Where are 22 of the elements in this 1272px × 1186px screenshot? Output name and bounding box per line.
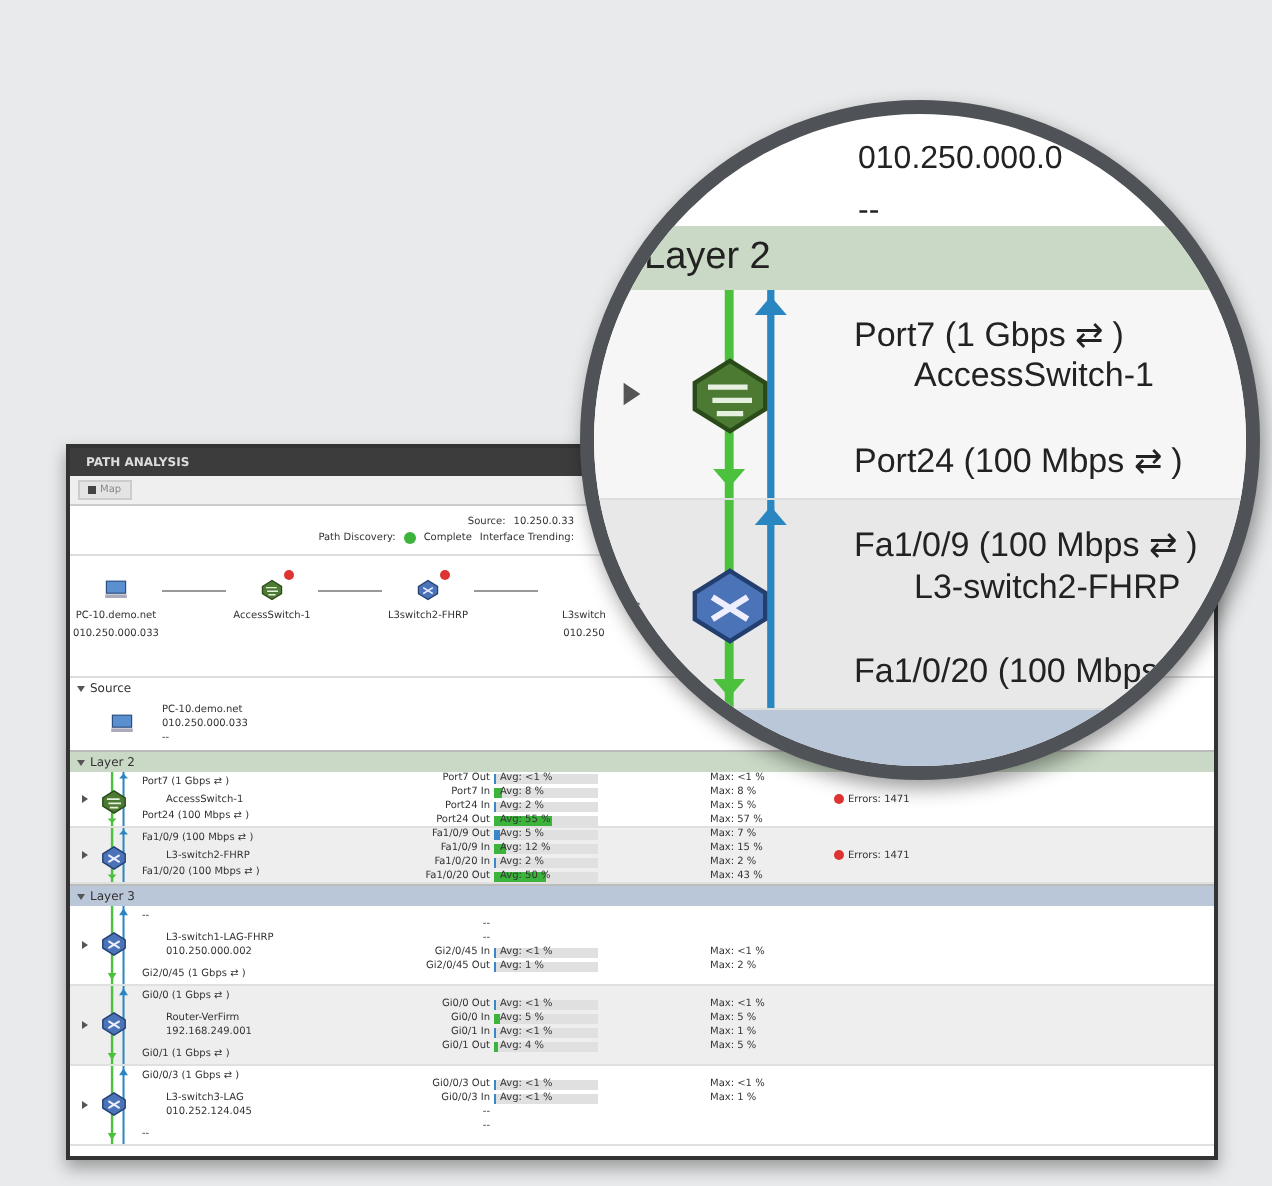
computer-icon (110, 714, 134, 734)
device-name: L3-switch2-FHRP (912, 567, 1183, 607)
switch-icon (260, 578, 284, 602)
router-icon (100, 929, 129, 958)
check-icon (403, 532, 416, 544)
router-icon (416, 578, 440, 602)
out-interface: Port24 (100 Mbps ⇄ ) (854, 440, 1183, 482)
router-icon (100, 844, 129, 873)
router-icon (100, 1009, 129, 1038)
error-icon (834, 850, 844, 860)
collapse-arrow-icon[interactable] (76, 683, 86, 693)
router-icon (100, 1089, 129, 1118)
computer-icon (104, 580, 128, 600)
in-interface: Fa1/0/9 (100 Mbps ⇄ ) (854, 524, 1198, 566)
switch-icon (100, 788, 129, 817)
collapse-arrow-icon[interactable] (76, 891, 86, 901)
device-name: AccessSwitch-1 (912, 356, 1156, 396)
collapse-arrow-icon[interactable] (76, 757, 86, 767)
exit-interface: -- (858, 194, 882, 230)
error-icon (834, 794, 844, 804)
device-address: 010.250.000.0 (858, 142, 1065, 178)
in-interface: Port7 (1 Gbps ⇄ ) (854, 314, 1126, 356)
